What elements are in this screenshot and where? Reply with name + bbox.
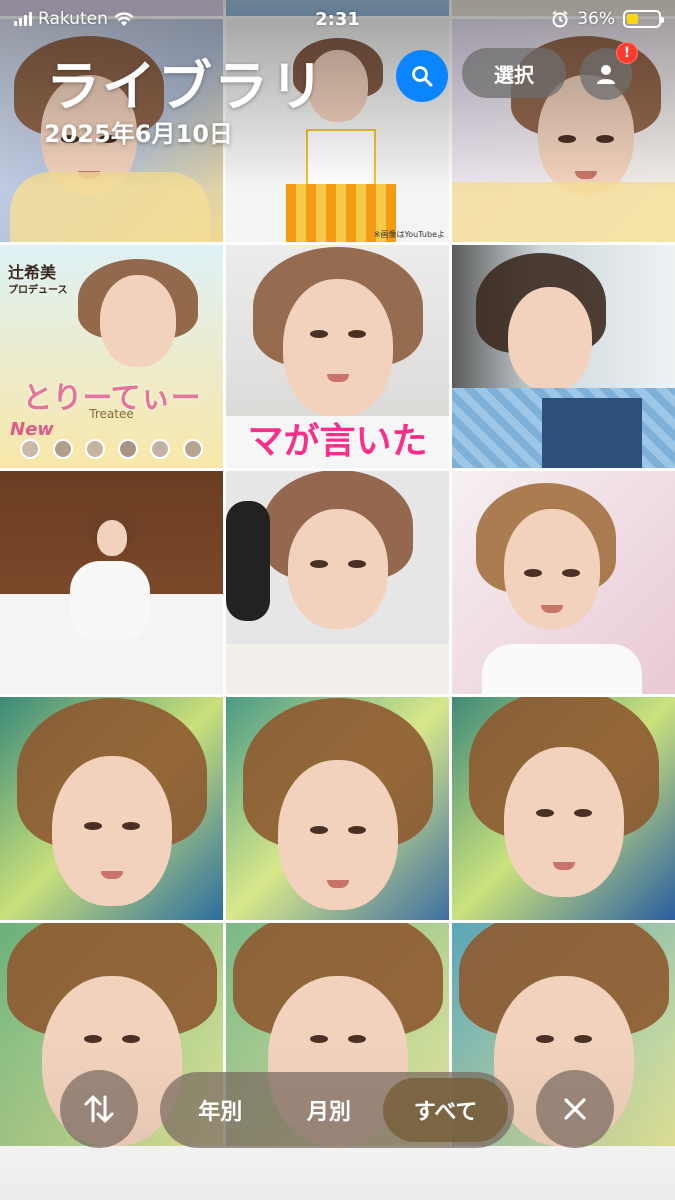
- date-label: 2025年6月10日: [44, 120, 233, 148]
- close-button[interactable]: [536, 1070, 614, 1148]
- segment-label: 月別: [306, 1100, 351, 1125]
- photo-tile[interactable]: [452, 471, 675, 694]
- ad-caption-new: New: [10, 419, 54, 440]
- close-icon: [560, 1094, 590, 1124]
- page-title: ライブラリ: [46, 55, 326, 118]
- battery-icon: [623, 10, 664, 28]
- view-segmented-control: 年別 月別 すべて: [160, 1072, 514, 1148]
- status-bar: Rakuten 2:31 36%: [0, 0, 675, 38]
- ad-caption-top: 辻希美: [8, 263, 57, 282]
- segment-label: 年別: [198, 1100, 243, 1125]
- photo-tile[interactable]: [452, 697, 675, 920]
- photo-tile[interactable]: 辻希美 プロデュース とりーてぃー Treatee New: [0, 245, 223, 468]
- photo-tile[interactable]: マが言いた: [226, 245, 449, 468]
- photo-tile[interactable]: [0, 471, 223, 694]
- battery-percent: 36%: [577, 9, 615, 29]
- segment-all[interactable]: すべて: [383, 1078, 509, 1142]
- segment-months[interactable]: 月別: [275, 1078, 384, 1142]
- photo-tile[interactable]: [226, 471, 449, 694]
- notification-badge: !: [616, 42, 638, 64]
- segment-label: すべて: [413, 1100, 478, 1125]
- photo-caption: ※画像はYouTubeよ: [373, 230, 445, 239]
- segment-years[interactable]: 年別: [166, 1078, 275, 1142]
- account-button[interactable]: !: [580, 42, 638, 100]
- photo-tile[interactable]: [0, 697, 223, 920]
- ad-caption-top2: プロデュース: [8, 285, 68, 296]
- video-caption: マが言いた: [247, 421, 428, 462]
- search-icon: [410, 64, 434, 88]
- photo-grid: ※画像はYouTubeよ 辻希美 プロデュース とりーてぃー Treatee N…: [0, 0, 675, 1176]
- sort-button[interactable]: [60, 1070, 138, 1148]
- photo-tile[interactable]: [452, 245, 675, 468]
- sort-arrows-icon: [81, 1091, 117, 1127]
- photo-tile[interactable]: [226, 697, 449, 920]
- select-button-label: 選択: [494, 62, 534, 87]
- person-icon: [594, 62, 618, 86]
- select-button[interactable]: 選択: [462, 48, 566, 98]
- search-button[interactable]: [396, 50, 448, 102]
- alarm-icon: [551, 10, 569, 28]
